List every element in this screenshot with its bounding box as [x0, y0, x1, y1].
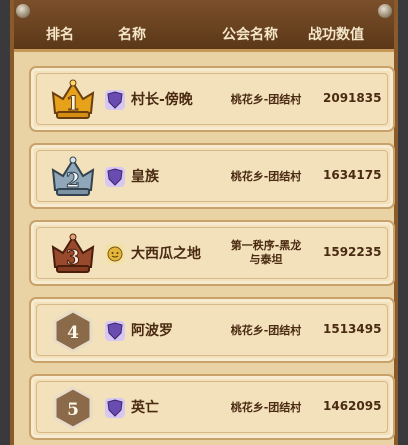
- power-value: 1462095: [323, 399, 382, 413]
- power-value: 1513495: [323, 322, 382, 336]
- table-row[interactable]: 4 阿波罗 桃花乡-团结村 1513495: [29, 297, 395, 363]
- guild-name: 桃花乡-团结村: [230, 401, 302, 414]
- guild-name: 桃花乡-团结村: [230, 93, 302, 106]
- rank-number: 4: [67, 323, 79, 343]
- power-value: 2091835: [323, 91, 382, 105]
- bronze-crown-icon: 3: [51, 233, 95, 273]
- power-value: 1634175: [323, 168, 382, 182]
- player-name: 大西瓜之地: [131, 246, 201, 262]
- purple-shield-icon: [105, 167, 125, 187]
- hexagon-badge-icon: 5: [53, 386, 93, 430]
- hexagon-badge-icon: 4: [53, 309, 93, 353]
- table-row[interactable]: 5 英亡 桃花乡-团结村 1462095: [29, 374, 395, 440]
- nail-icon: [16, 4, 30, 18]
- guild-name: 桃花乡-团结村: [230, 170, 302, 183]
- purple-shield-icon: [105, 398, 125, 418]
- leaderboard-panel: 排名 名称 公会名称 战功数值 1 村长-傍晚 桃花乡-团结村 2091835 …: [10, 0, 398, 445]
- rank-number: 2: [66, 168, 80, 192]
- silver-crown-icon: 2: [51, 156, 95, 196]
- gold-crown-icon: 1: [51, 79, 95, 119]
- player-name: 英亡: [131, 400, 159, 416]
- rank-number: 1: [66, 91, 80, 115]
- header-guild: 公会名称: [222, 27, 278, 43]
- power-value: 1592235: [323, 245, 382, 259]
- guild-name: 桃花乡-团结村: [230, 324, 302, 337]
- table-row[interactable]: 3 大西瓜之地 第一秩序-黑龙 与泰坦 1592235: [29, 220, 395, 286]
- table-header: 排名 名称 公会名称 战功数值: [14, 0, 394, 52]
- header-power: 战功数值: [308, 27, 364, 43]
- header-rank: 排名: [46, 27, 74, 43]
- gold-face-icon: [105, 244, 125, 264]
- nail-icon: [378, 4, 392, 18]
- table-row[interactable]: 1 村长-傍晚 桃花乡-团结村 2091835: [29, 66, 395, 132]
- rank-number: 3: [66, 245, 80, 269]
- player-name: 皇族: [131, 169, 159, 185]
- player-name: 村长-傍晚: [131, 92, 193, 108]
- rank-number: 5: [67, 400, 79, 420]
- player-name: 阿波罗: [131, 323, 173, 339]
- purple-shield-icon: [105, 321, 125, 341]
- table-row[interactable]: 2 皇族 桃花乡-团结村 1634175: [29, 143, 395, 209]
- guild-name: 第一秩序-黑龙 与泰坦: [230, 239, 302, 266]
- purple-shield-icon: [105, 90, 125, 110]
- header-name: 名称: [118, 27, 146, 43]
